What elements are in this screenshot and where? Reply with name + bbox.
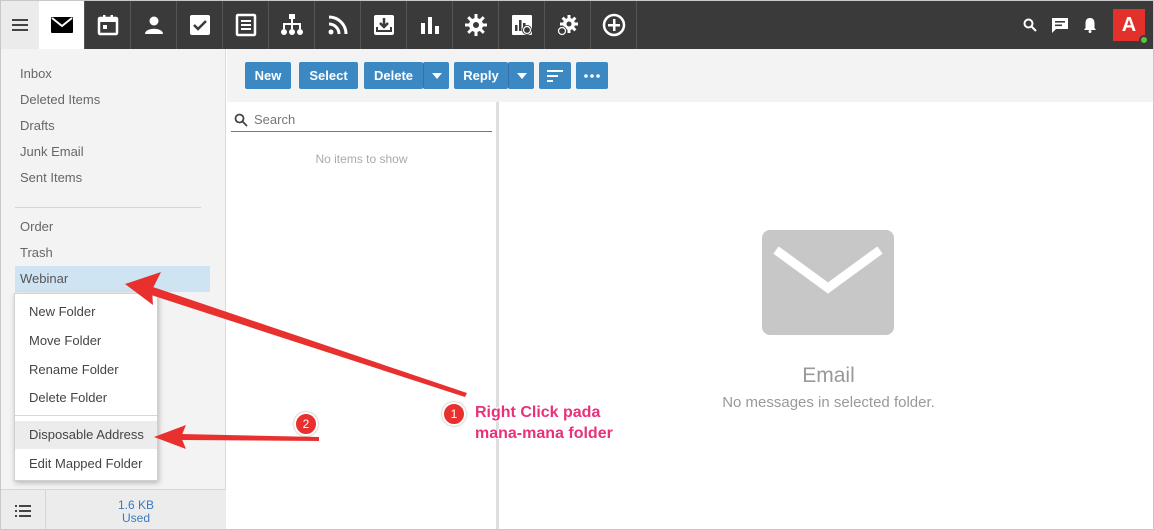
folder-sent-items[interactable]: Sent Items (15, 165, 210, 191)
reading-pane: Email No messages in selected folder. (502, 102, 1153, 529)
org-chart-icon (280, 14, 303, 35)
sidebar-divider (15, 207, 201, 208)
menu-item-rename-folder[interactable]: Rename Folder (15, 356, 157, 384)
annotation-badge-2: 2 (294, 412, 318, 436)
menu-item-edit-mapped-folder[interactable]: Edit Mapped Folder (15, 450, 157, 478)
app-rss-button[interactable] (315, 1, 361, 49)
menu-item-delete-folder[interactable]: Delete Folder (15, 384, 157, 412)
folder-context-menu: New Folder Move Folder Rename Folder Del… (14, 293, 158, 481)
annotation-text-line-1: Right Click pada (475, 404, 601, 421)
menu-item-new-folder[interactable]: New Folder (15, 298, 157, 326)
add-icon (602, 13, 625, 37)
reply-dropdown-button[interactable] (508, 62, 534, 89)
reading-pane-title: Email (802, 364, 855, 387)
rss-icon (328, 15, 347, 35)
search-icon (1023, 18, 1037, 32)
storage-usage[interactable]: 1.6 KB Used (46, 490, 226, 529)
app-archive-button[interactable] (361, 1, 407, 49)
top-right-controls: A (1015, 1, 1153, 49)
app-switcher (39, 1, 637, 49)
folder-order[interactable]: Order (15, 214, 210, 240)
search-input[interactable]: Search (231, 108, 492, 132)
chat-button[interactable] (1045, 1, 1075, 49)
app-contacts-button[interactable] (131, 1, 177, 49)
app-mail-button[interactable] (39, 1, 85, 49)
chat-icon (1052, 17, 1068, 33)
chevron-down-icon (516, 72, 527, 79)
search-placeholder: Search (254, 112, 296, 127)
select-button[interactable]: Select (299, 62, 358, 89)
hamburger-icon (12, 19, 28, 31)
folder-deleted-items[interactable]: Deleted Items (15, 87, 210, 113)
menu-item-disposable-address[interactable]: Disposable Address (15, 421, 157, 449)
app-add-button[interactable] (591, 1, 637, 49)
archive-icon (373, 15, 394, 35)
sort-icon (547, 69, 563, 82)
annotation-text-line-2: mana-mana folder (475, 425, 613, 442)
app-org-chart-button[interactable] (269, 1, 315, 49)
folder-trash[interactable]: Trash (15, 240, 210, 266)
menu-separator (15, 415, 157, 416)
app-notes-button[interactable] (223, 1, 269, 49)
contacts-icon (144, 16, 163, 34)
delete-dropdown-button[interactable] (423, 62, 449, 89)
list-icon (15, 505, 31, 517)
annotation-badge-1: 1 (442, 402, 466, 426)
envelope-icon (762, 230, 894, 335)
new-button[interactable]: New (245, 62, 291, 89)
top-bar: A (1, 1, 1153, 49)
folder-list-button[interactable] (1, 490, 46, 529)
calendar-icon (97, 15, 118, 36)
app-calendar-button[interactable] (85, 1, 131, 49)
settings-icon (464, 14, 487, 36)
domain-settings-icon (556, 15, 578, 36)
folder-webinar[interactable]: Webinar (15, 266, 210, 292)
avatar-initial: A (1121, 13, 1137, 36)
more-actions-button[interactable] (576, 62, 608, 89)
more-icon (584, 73, 600, 78)
app-domain-reports-button[interactable] (499, 1, 545, 49)
online-status-dot (1139, 35, 1149, 45)
app-reports-button[interactable] (407, 1, 453, 49)
message-list-pane: Search No items to show (227, 102, 499, 529)
tasks-icon (189, 15, 210, 35)
folder-inbox[interactable]: Inbox (15, 61, 210, 87)
chevron-down-icon (431, 72, 442, 79)
mail-icon (50, 17, 73, 33)
delete-button[interactable]: Delete (364, 62, 423, 89)
annotation-text: Right Click pada mana-mana folder (475, 402, 613, 444)
notes-icon (235, 13, 256, 37)
app-settings-button[interactable] (453, 1, 499, 49)
empty-list-message: No items to show (315, 152, 408, 166)
sort-button[interactable] (539, 62, 571, 89)
hamburger-menu-button[interactable] (1, 1, 39, 49)
sidebar-footer: 1.6 KB Used (1, 489, 226, 529)
app-window: A Inbox Deleted Items Drafts Junk Email … (0, 0, 1154, 530)
notifications-button[interactable] (1075, 1, 1105, 49)
menu-item-move-folder[interactable]: Move Folder (15, 327, 157, 355)
message-toolbar: New Select Delete Reply (227, 49, 1153, 102)
domain-reports-icon (511, 15, 532, 35)
folder-junk-email[interactable]: Junk Email (15, 139, 210, 165)
user-avatar[interactable]: A (1113, 9, 1149, 45)
bell-icon (1084, 18, 1096, 33)
search-icon (234, 113, 248, 127)
app-domain-settings-button[interactable] (545, 1, 591, 49)
app-tasks-button[interactable] (177, 1, 223, 49)
reply-button[interactable]: Reply (454, 62, 508, 89)
reports-icon (420, 17, 439, 34)
global-search-button[interactable] (1015, 1, 1045, 49)
storage-label: Used (121, 511, 150, 525)
folder-drafts[interactable]: Drafts (15, 113, 210, 139)
